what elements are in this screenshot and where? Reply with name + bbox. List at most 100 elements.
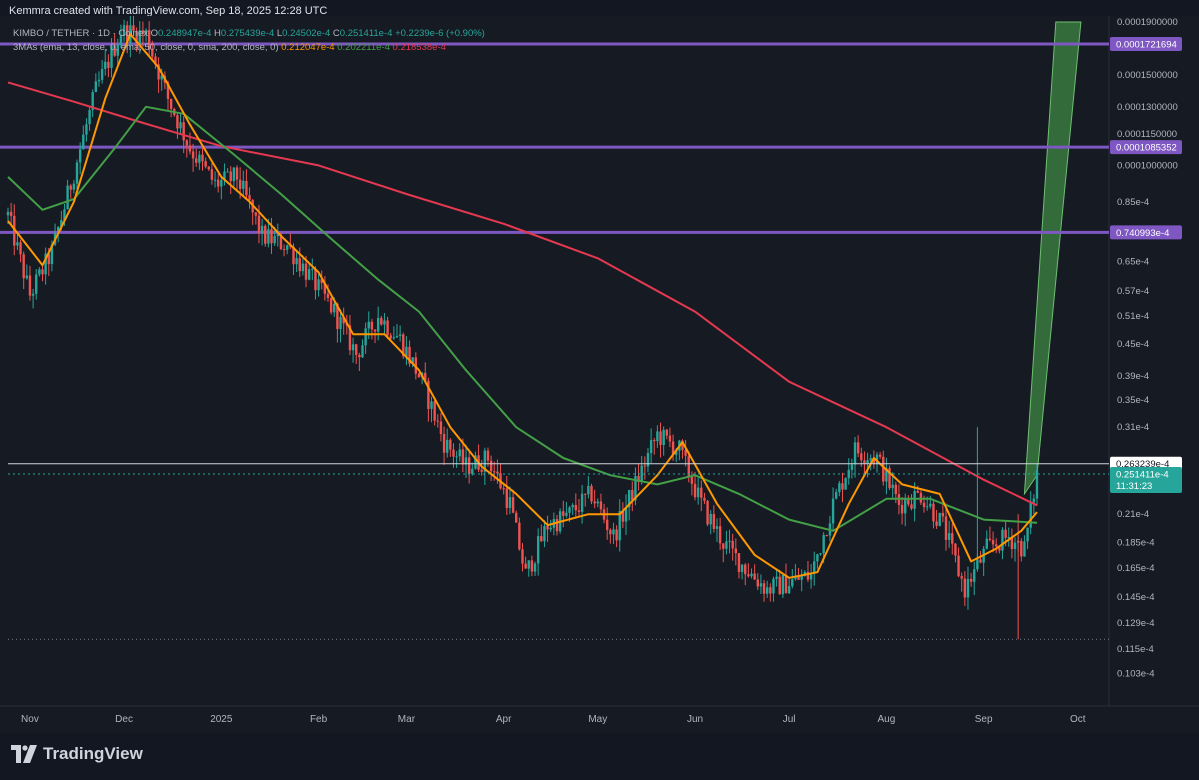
- candle-body: [853, 442, 857, 465]
- candle-body: [373, 329, 377, 332]
- candle-body: [966, 578, 970, 598]
- candle-body: [442, 434, 446, 453]
- candle-body: [599, 501, 603, 510]
- candle-body: [398, 334, 402, 337]
- candle-body: [304, 263, 308, 280]
- candle-body: [703, 497, 706, 501]
- candle-body: [458, 449, 461, 457]
- price-tick-label: 0.145e-4: [1117, 592, 1155, 603]
- candle-body: [436, 420, 439, 422]
- candle-body: [455, 456, 458, 458]
- price-tick-label: 0.31e-4: [1117, 422, 1149, 433]
- candle-body: [841, 483, 844, 490]
- candle-body: [433, 401, 436, 421]
- time-tick-label: Nov: [21, 714, 39, 725]
- candle-body: [100, 68, 104, 80]
- ma-legend[interactable]: 3MAs (ema, 13, close, 0, ema, 50, close,…: [13, 42, 446, 53]
- candle-body: [185, 140, 189, 146]
- candle-body: [744, 564, 747, 575]
- candle-body: [643, 465, 647, 467]
- candle-body: [31, 293, 35, 296]
- candle-body: [530, 560, 534, 572]
- footer-bar: [0, 733, 1199, 780]
- candle-body: [392, 337, 396, 339]
- candle-body: [985, 538, 988, 549]
- candle-body: [784, 575, 788, 594]
- candle-body: [417, 373, 421, 378]
- candle-body: [756, 579, 759, 587]
- candle-body: [527, 560, 530, 569]
- candle-body: [1026, 527, 1029, 542]
- candle-body: [938, 512, 941, 526]
- candle-body: [489, 460, 493, 472]
- candle-body: [515, 512, 518, 523]
- candle-body: [94, 81, 98, 93]
- candle-body: [700, 487, 703, 498]
- candle-body: [467, 457, 471, 474]
- candle-body: [904, 499, 907, 514]
- candle-body: [759, 583, 763, 587]
- candle-body: [750, 573, 753, 577]
- countdown-label: 11:31:23: [1116, 481, 1152, 492]
- candle-body: [819, 553, 822, 555]
- candle-body: [386, 320, 389, 336]
- candle-body: [220, 180, 223, 187]
- candle-body: [82, 134, 85, 150]
- candle-body: [656, 431, 659, 442]
- candle-body: [568, 507, 571, 513]
- candle-body: [317, 279, 320, 291]
- candle-body: [690, 477, 694, 484]
- candle-body: [273, 236, 276, 244]
- candle-body: [452, 449, 455, 457]
- tradingview-logo[interactable]: TradingView: [11, 744, 143, 764]
- sma200-value: 0.218538e-4: [392, 42, 446, 53]
- candle-body: [555, 519, 559, 532]
- candle-body: [198, 154, 201, 163]
- candle-body: [665, 429, 668, 436]
- candle-body: [201, 154, 204, 162]
- candle-body: [1001, 529, 1004, 551]
- time-tick-label: 2025: [210, 714, 233, 725]
- candle-body: [216, 179, 220, 187]
- candle-body: [339, 317, 342, 329]
- candle-body: [731, 540, 734, 549]
- chart-area[interactable]: 0.0001900000 0.0001500000 0.0001300000 0.00…: [0, 16, 1199, 733]
- candle-body: [286, 245, 289, 250]
- candle-body: [22, 254, 25, 279]
- level-price-tag-label: 0.740993e-4: [1116, 228, 1169, 239]
- time-tick-label: May: [588, 714, 607, 725]
- candle-body: [267, 229, 270, 244]
- candle-body: [213, 179, 217, 181]
- symbol-legend: KIMBO / TETHER · 1D · Coinex O0.248947e-…: [13, 28, 485, 39]
- time-tick-label: Aug: [878, 714, 896, 725]
- candle-body: [737, 553, 741, 572]
- candle-body: [919, 492, 923, 503]
- candle-body: [778, 576, 781, 595]
- candle-body: [668, 435, 672, 442]
- candle-body: [850, 464, 854, 470]
- candle-body: [533, 563, 537, 572]
- candle-body: [565, 512, 568, 516]
- candle-body: [891, 484, 894, 489]
- candle-body: [449, 439, 452, 450]
- candle-body: [706, 500, 709, 525]
- candle-body: [838, 483, 841, 493]
- candle-body: [947, 533, 951, 540]
- candle-body: [376, 317, 380, 332]
- ma-indicator-label[interactable]: 3MAs (ema, 13, close, 0, ema, 50, close,…: [13, 42, 279, 53]
- candle-body: [72, 183, 76, 190]
- price-tick-label: 0.21e-4: [1117, 509, 1149, 520]
- candle-body: [747, 574, 750, 577]
- candle-body: [28, 275, 32, 296]
- candle-body: [791, 579, 794, 587]
- price-tick-label: 0.57e-4: [1117, 286, 1149, 297]
- candle-body: [969, 578, 973, 582]
- price-chart-svg[interactable]: 0.0001900000 0.0001500000 0.0001300000 0.00…: [0, 16, 1199, 733]
- candle-body: [709, 513, 712, 525]
- candle-body: [329, 297, 333, 313]
- candle-body: [540, 536, 543, 542]
- candle-body: [66, 185, 69, 210]
- candle-body: [314, 268, 317, 291]
- time-tick-label: Mar: [398, 714, 416, 725]
- candle-body: [326, 293, 330, 298]
